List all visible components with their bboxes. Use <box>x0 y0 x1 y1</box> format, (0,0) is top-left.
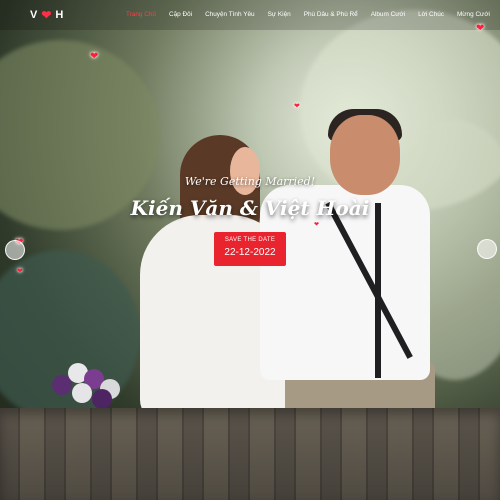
couple-names: Kiến Văn & Việt Hoài <box>130 196 370 220</box>
save-the-date-badge: SAVE THE DATE 22-12-2022 <box>214 232 286 266</box>
floating-bubble <box>5 240 25 260</box>
heart-icon: ❤ <box>90 51 99 62</box>
wedding-date: 22-12-2022 <box>224 247 276 258</box>
heart-icon: ❤ <box>314 222 320 228</box>
floating-bubble <box>477 239 497 259</box>
save-the-date-label: SAVE THE DATE <box>224 237 276 243</box>
heart-icon: ❤ <box>476 23 485 34</box>
hero-subtitle: We're Getting Married! <box>184 175 316 188</box>
hero-section: We're Getting Married! Kiến Văn & Việt H… <box>0 0 500 500</box>
heart-icon: ❤ <box>294 103 300 110</box>
heart-icon: ❤ <box>17 268 23 275</box>
